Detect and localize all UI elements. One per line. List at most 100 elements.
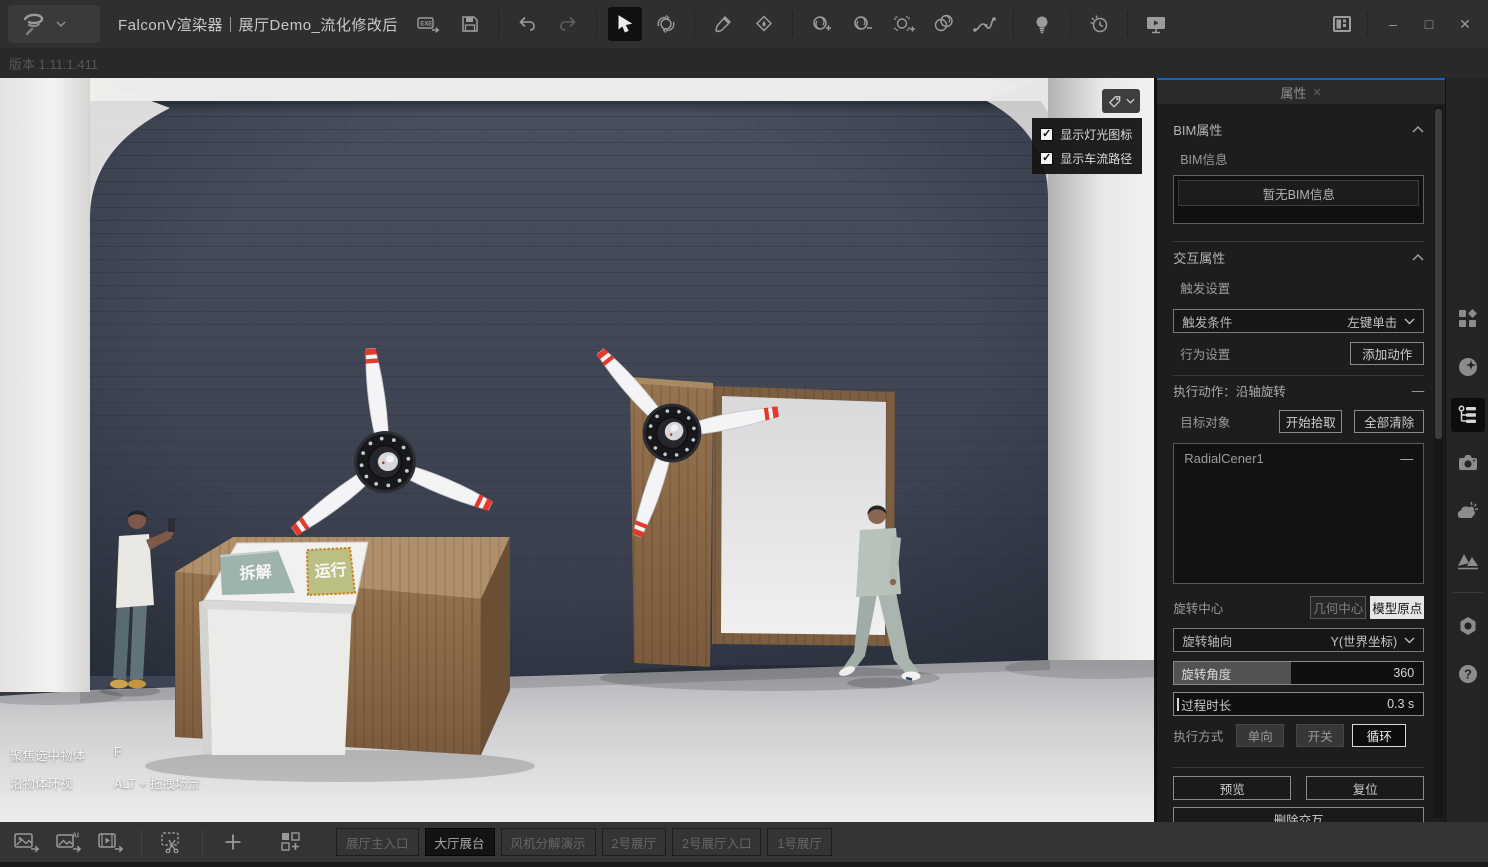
target-item-name: RadialCener1 xyxy=(1184,451,1264,466)
app-menu[interactable] xyxy=(8,5,100,43)
viewport-canvas: 拆解 运行 xyxy=(0,78,1154,822)
view-turbine-demo[interactable]: 风机分解演示 xyxy=(501,828,596,856)
rotation-center-row: 旋转中心 几何中心 模型原点 xyxy=(1173,596,1424,619)
terrain-icon[interactable] xyxy=(1451,542,1485,576)
preview-reset-row: 预览 复位 xyxy=(1173,776,1424,800)
remove-item-icon[interactable]: — xyxy=(1412,384,1425,398)
save-icon[interactable] xyxy=(453,7,487,41)
path-icon[interactable] xyxy=(968,7,1002,41)
layout-icon[interactable] xyxy=(1327,9,1357,39)
close-button[interactable]: ✕ xyxy=(1450,9,1480,39)
remove-camera-icon[interactable] xyxy=(845,7,879,41)
settings-icon[interactable] xyxy=(1451,609,1485,643)
target-list-item[interactable]: RadialCener1 — xyxy=(1184,451,1413,466)
export-video-icon[interactable] xyxy=(94,825,128,859)
main-toolbar: EXE xyxy=(412,0,1173,48)
crop-capture-icon[interactable] xyxy=(155,825,189,859)
rotation-axis-select[interactable]: 旋转轴向 Y(世界坐标) xyxy=(1173,628,1424,652)
collapse-icon[interactable] xyxy=(1412,254,1424,261)
hint-focus-key: F xyxy=(114,745,122,764)
scene-button-run[interactable]: 运行 xyxy=(307,548,355,595)
bottom-toolbar: AI 展厅主入口 大厅展台 风机分解演示 2号展厅 2号展厅入口 1号展厅 xyxy=(0,822,1488,862)
display-options: ✓ 显示灯光图标 ✓ 显示车流路径 xyxy=(1032,118,1142,174)
view-hall-2-entrance[interactable]: 2号展厅入口 xyxy=(672,828,761,856)
app-window: FalconV渲染器｜展厅Demo_流化修改后 EXE xyxy=(0,0,1488,867)
mode-row: 执行方式 单向 开关 循环 xyxy=(1173,724,1424,747)
interaction-section-header[interactable]: 交互属性 xyxy=(1173,248,1424,267)
toggle-traffic-paths[interactable]: ✓ 显示车流路径 xyxy=(1040,150,1142,167)
toggle-light-icons-label: 显示灯光图标 xyxy=(1060,126,1132,143)
eyedropper-icon[interactable] xyxy=(706,7,740,41)
view-hall-2[interactable]: 2号展厅 xyxy=(602,828,666,856)
add-view-icon[interactable] xyxy=(274,825,308,859)
bim-section-header[interactable]: BIM属性 xyxy=(1173,120,1424,139)
scene-tree-icon[interactable] xyxy=(1451,398,1485,432)
mode-oneway-button[interactable]: 单向 xyxy=(1236,724,1284,747)
target-camera-icon[interactable] xyxy=(886,7,920,41)
center-model-origin-button[interactable]: 模型原点 xyxy=(1370,596,1424,619)
preview-button[interactable]: 预览 xyxy=(1173,776,1291,800)
version-label: 版本 1.11.1.411 xyxy=(0,48,1488,78)
weather-icon[interactable] xyxy=(1451,494,1485,528)
view-main-entrance[interactable]: 展厅主入口 xyxy=(336,828,419,856)
camera-icon[interactable] xyxy=(1451,446,1485,480)
components-icon[interactable] xyxy=(1451,302,1485,336)
trigger-condition-select[interactable]: 触发条件 左键单击 xyxy=(1173,309,1424,333)
tag-icon xyxy=(1107,94,1122,109)
mode-loop-button[interactable]: 循环 xyxy=(1352,724,1406,747)
clear-all-button[interactable]: 全部清除 xyxy=(1354,410,1424,433)
export-exe-icon[interactable]: EXE xyxy=(412,7,446,41)
presentation-icon[interactable] xyxy=(1139,7,1173,41)
tab-properties[interactable]: 属性 ✕ xyxy=(1157,78,1445,104)
multi-camera-icon[interactable] xyxy=(927,7,961,41)
select-tool-icon[interactable] xyxy=(608,7,642,41)
fill-tool-icon[interactable] xyxy=(747,7,781,41)
trigger-condition-value: 左键单击 xyxy=(1347,312,1397,331)
export-ai-image-icon[interactable]: AI xyxy=(52,825,86,859)
minimize-button[interactable]: – xyxy=(1378,9,1408,39)
start-pick-button[interactable]: 开始拾取 xyxy=(1279,410,1342,433)
rotation-angle-value: 360 xyxy=(1393,666,1423,680)
mode-switch-button[interactable]: 开关 xyxy=(1296,724,1344,747)
maximize-button[interactable]: □ xyxy=(1414,9,1444,39)
undo-icon[interactable] xyxy=(510,7,544,41)
svg-text:AI: AI xyxy=(72,833,79,840)
add-icon[interactable] xyxy=(216,825,250,859)
rotation-center-label: 旋转中心 xyxy=(1173,598,1223,617)
rotation-angle-field[interactable]: 旋转角度 360 xyxy=(1173,661,1424,685)
view-hall-stage[interactable]: 大厅展台 xyxy=(425,828,495,856)
target-object-list: RadialCener1 — xyxy=(1173,443,1424,584)
checkbox-checked: ✓ xyxy=(1040,128,1053,141)
remove-item-icon[interactable]: — xyxy=(1400,451,1413,466)
help-icon[interactable]: ? xyxy=(1451,657,1485,691)
export-image-icon[interactable] xyxy=(10,825,44,859)
duration-label: 过程时长 xyxy=(1179,695,1231,714)
add-action-button[interactable]: 添加动作 xyxy=(1350,342,1424,365)
chevron-down-icon xyxy=(1404,637,1415,644)
trigger-condition-label: 触发条件 xyxy=(1182,312,1232,331)
window-footer xyxy=(0,862,1488,867)
collapse-icon[interactable] xyxy=(1412,126,1424,133)
timer-icon[interactable] xyxy=(1082,7,1116,41)
properties-body: BIM属性 BIM信息 暂无BIM信息 交互属性 触发设置 触发条件 左键单击 xyxy=(1157,104,1446,822)
app-logo xyxy=(20,11,46,37)
properties-panel: 属性 ✕ BIM属性 BIM信息 暂无BIM信息 交互属性 触发设置 xyxy=(1156,78,1445,822)
bim-info-label: BIM信息 xyxy=(1173,149,1424,168)
center-geometric-button[interactable]: 几何中心 xyxy=(1310,596,1366,619)
environment-icon[interactable] xyxy=(1451,350,1485,384)
tag-display-menu[interactable] xyxy=(1102,89,1140,113)
svg-text:拆解: 拆解 xyxy=(239,562,272,583)
close-icon[interactable]: ✕ xyxy=(1313,86,1322,99)
redo-icon[interactable] xyxy=(551,7,585,41)
panel-scrollbar[interactable] xyxy=(1434,106,1443,818)
duration-field[interactable]: 过程时长 0.3 s xyxy=(1173,692,1424,716)
viewport-3d[interactable]: 拆解 运行 xyxy=(0,78,1154,822)
add-camera-icon[interactable] xyxy=(804,7,838,41)
orbit-tool-icon[interactable] xyxy=(649,7,683,41)
reset-button[interactable]: 复位 xyxy=(1306,776,1424,800)
behavior-row: 行为设置 添加动作 xyxy=(1173,342,1424,365)
view-hall-1[interactable]: 1号展厅 xyxy=(767,828,831,856)
light-icon[interactable] xyxy=(1025,7,1059,41)
toggle-light-icons[interactable]: ✓ 显示灯光图标 xyxy=(1040,126,1142,143)
action-header: 执行动作：沿轴旋转 — xyxy=(1173,381,1424,400)
